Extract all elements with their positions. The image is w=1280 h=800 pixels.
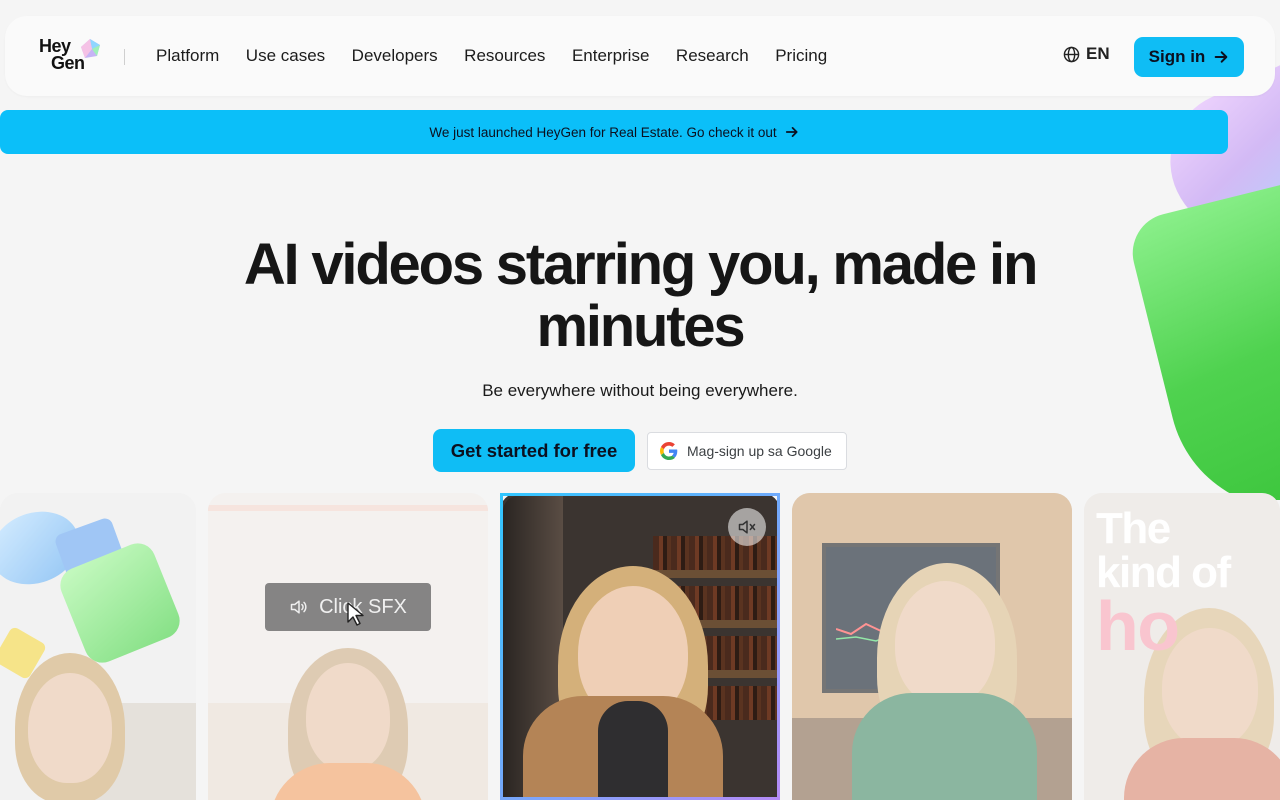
shelf	[653, 570, 777, 578]
globe-icon	[1063, 46, 1080, 62]
nav-divider	[124, 49, 125, 65]
language-selector[interactable]: EN	[1063, 44, 1110, 64]
logo-wordmark: Hey Gen	[39, 37, 85, 73]
language-label: EN	[1086, 44, 1110, 63]
google-signup-button[interactable]: Mag-sign up sa Google	[647, 432, 847, 470]
banner-text: We just launched HeyGen for Real Estate.…	[429, 124, 777, 140]
bookshelf	[653, 536, 777, 570]
nav-platform[interactable]: Platform	[156, 44, 219, 68]
card-fade-overlay	[208, 493, 488, 800]
nav-use-cases[interactable]: Use cases	[246, 44, 325, 68]
arrow-right-icon	[1214, 51, 1228, 63]
nav-enterprise[interactable]: Enterprise	[572, 44, 649, 68]
get-started-button[interactable]: Get started for free	[433, 429, 635, 472]
logo-gem-icon	[81, 39, 100, 58]
card-fade-overlay	[0, 493, 196, 800]
nav-research[interactable]: Research	[676, 44, 749, 68]
video-card-2[interactable]: Click SFX	[208, 493, 488, 800]
top-navbar: Hey Gen Platform Use cases Developers Re…	[5, 16, 1275, 96]
announcement-banner[interactable]: We just launched HeyGen for Real Estate.…	[0, 110, 1228, 154]
video-card-3-active[interactable]	[500, 493, 780, 800]
avatar-turtleneck	[598, 701, 668, 797]
speaker-icon	[290, 600, 307, 614]
google-icon	[660, 442, 678, 460]
logo-line-2: Gen	[51, 53, 85, 73]
arrow-right-icon	[785, 127, 798, 137]
muted-speaker-icon	[738, 520, 756, 534]
sign-in-button[interactable]: Sign in	[1134, 37, 1244, 77]
hero-subtitle: Be everywhere without being everywhere.	[482, 381, 798, 400]
nav-resources[interactable]: Resources	[464, 44, 545, 68]
nav-developers[interactable]: Developers	[352, 44, 438, 68]
mute-button[interactable]	[728, 508, 766, 546]
sign-in-label: Sign in	[1148, 47, 1206, 66]
green-shape	[1124, 175, 1280, 500]
nav-links: Platform Use cases Developers Resources …	[156, 44, 854, 68]
cursor-icon	[347, 602, 364, 626]
video-card-5[interactable]: The kind of ho	[1084, 493, 1280, 800]
video-card-1[interactable]	[0, 493, 196, 800]
card-fade-overlay	[792, 493, 1072, 800]
hero-title: AI videos starring you, made in minutes	[243, 232, 1039, 359]
video-card-4[interactable]	[792, 493, 1072, 800]
heygen-logo[interactable]: Hey Gen	[39, 37, 105, 76]
card-fade-overlay	[1084, 493, 1280, 800]
nav-pricing[interactable]: Pricing	[775, 44, 827, 68]
google-signup-label: Mag-sign up sa Google	[687, 443, 832, 459]
